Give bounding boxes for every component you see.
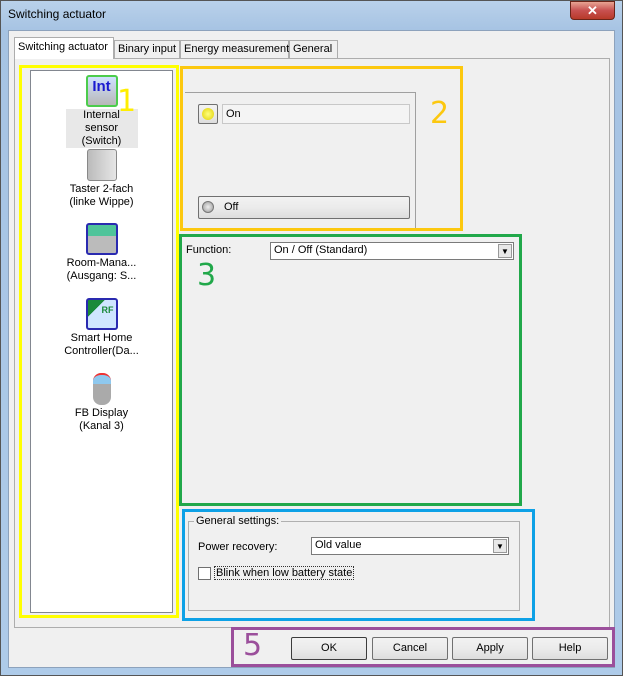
annotation-box-3 (179, 234, 522, 506)
annotation-number-2: 2 (430, 96, 450, 131)
window-title: Switching actuator (8, 7, 107, 21)
annotation-box-5 (231, 627, 615, 667)
annotation-number-1: 1 (117, 84, 137, 119)
annotation-number-3: 3 (197, 258, 217, 293)
annotation-number-5: 5 (243, 628, 263, 663)
annotation-box-4 (182, 509, 535, 621)
close-button[interactable]: ✕ (570, 1, 615, 20)
tab-general[interactable]: General (289, 40, 338, 58)
tab-binary-input[interactable]: Binary input (114, 40, 180, 58)
annotation-box-2 (180, 66, 463, 231)
annotation-box-1 (19, 65, 179, 618)
tab-energy-measurement[interactable]: Energy measurement (180, 40, 289, 58)
close-icon: ✕ (587, 3, 598, 18)
tab-switching-actuator[interactable]: Switching actuator (14, 37, 114, 59)
